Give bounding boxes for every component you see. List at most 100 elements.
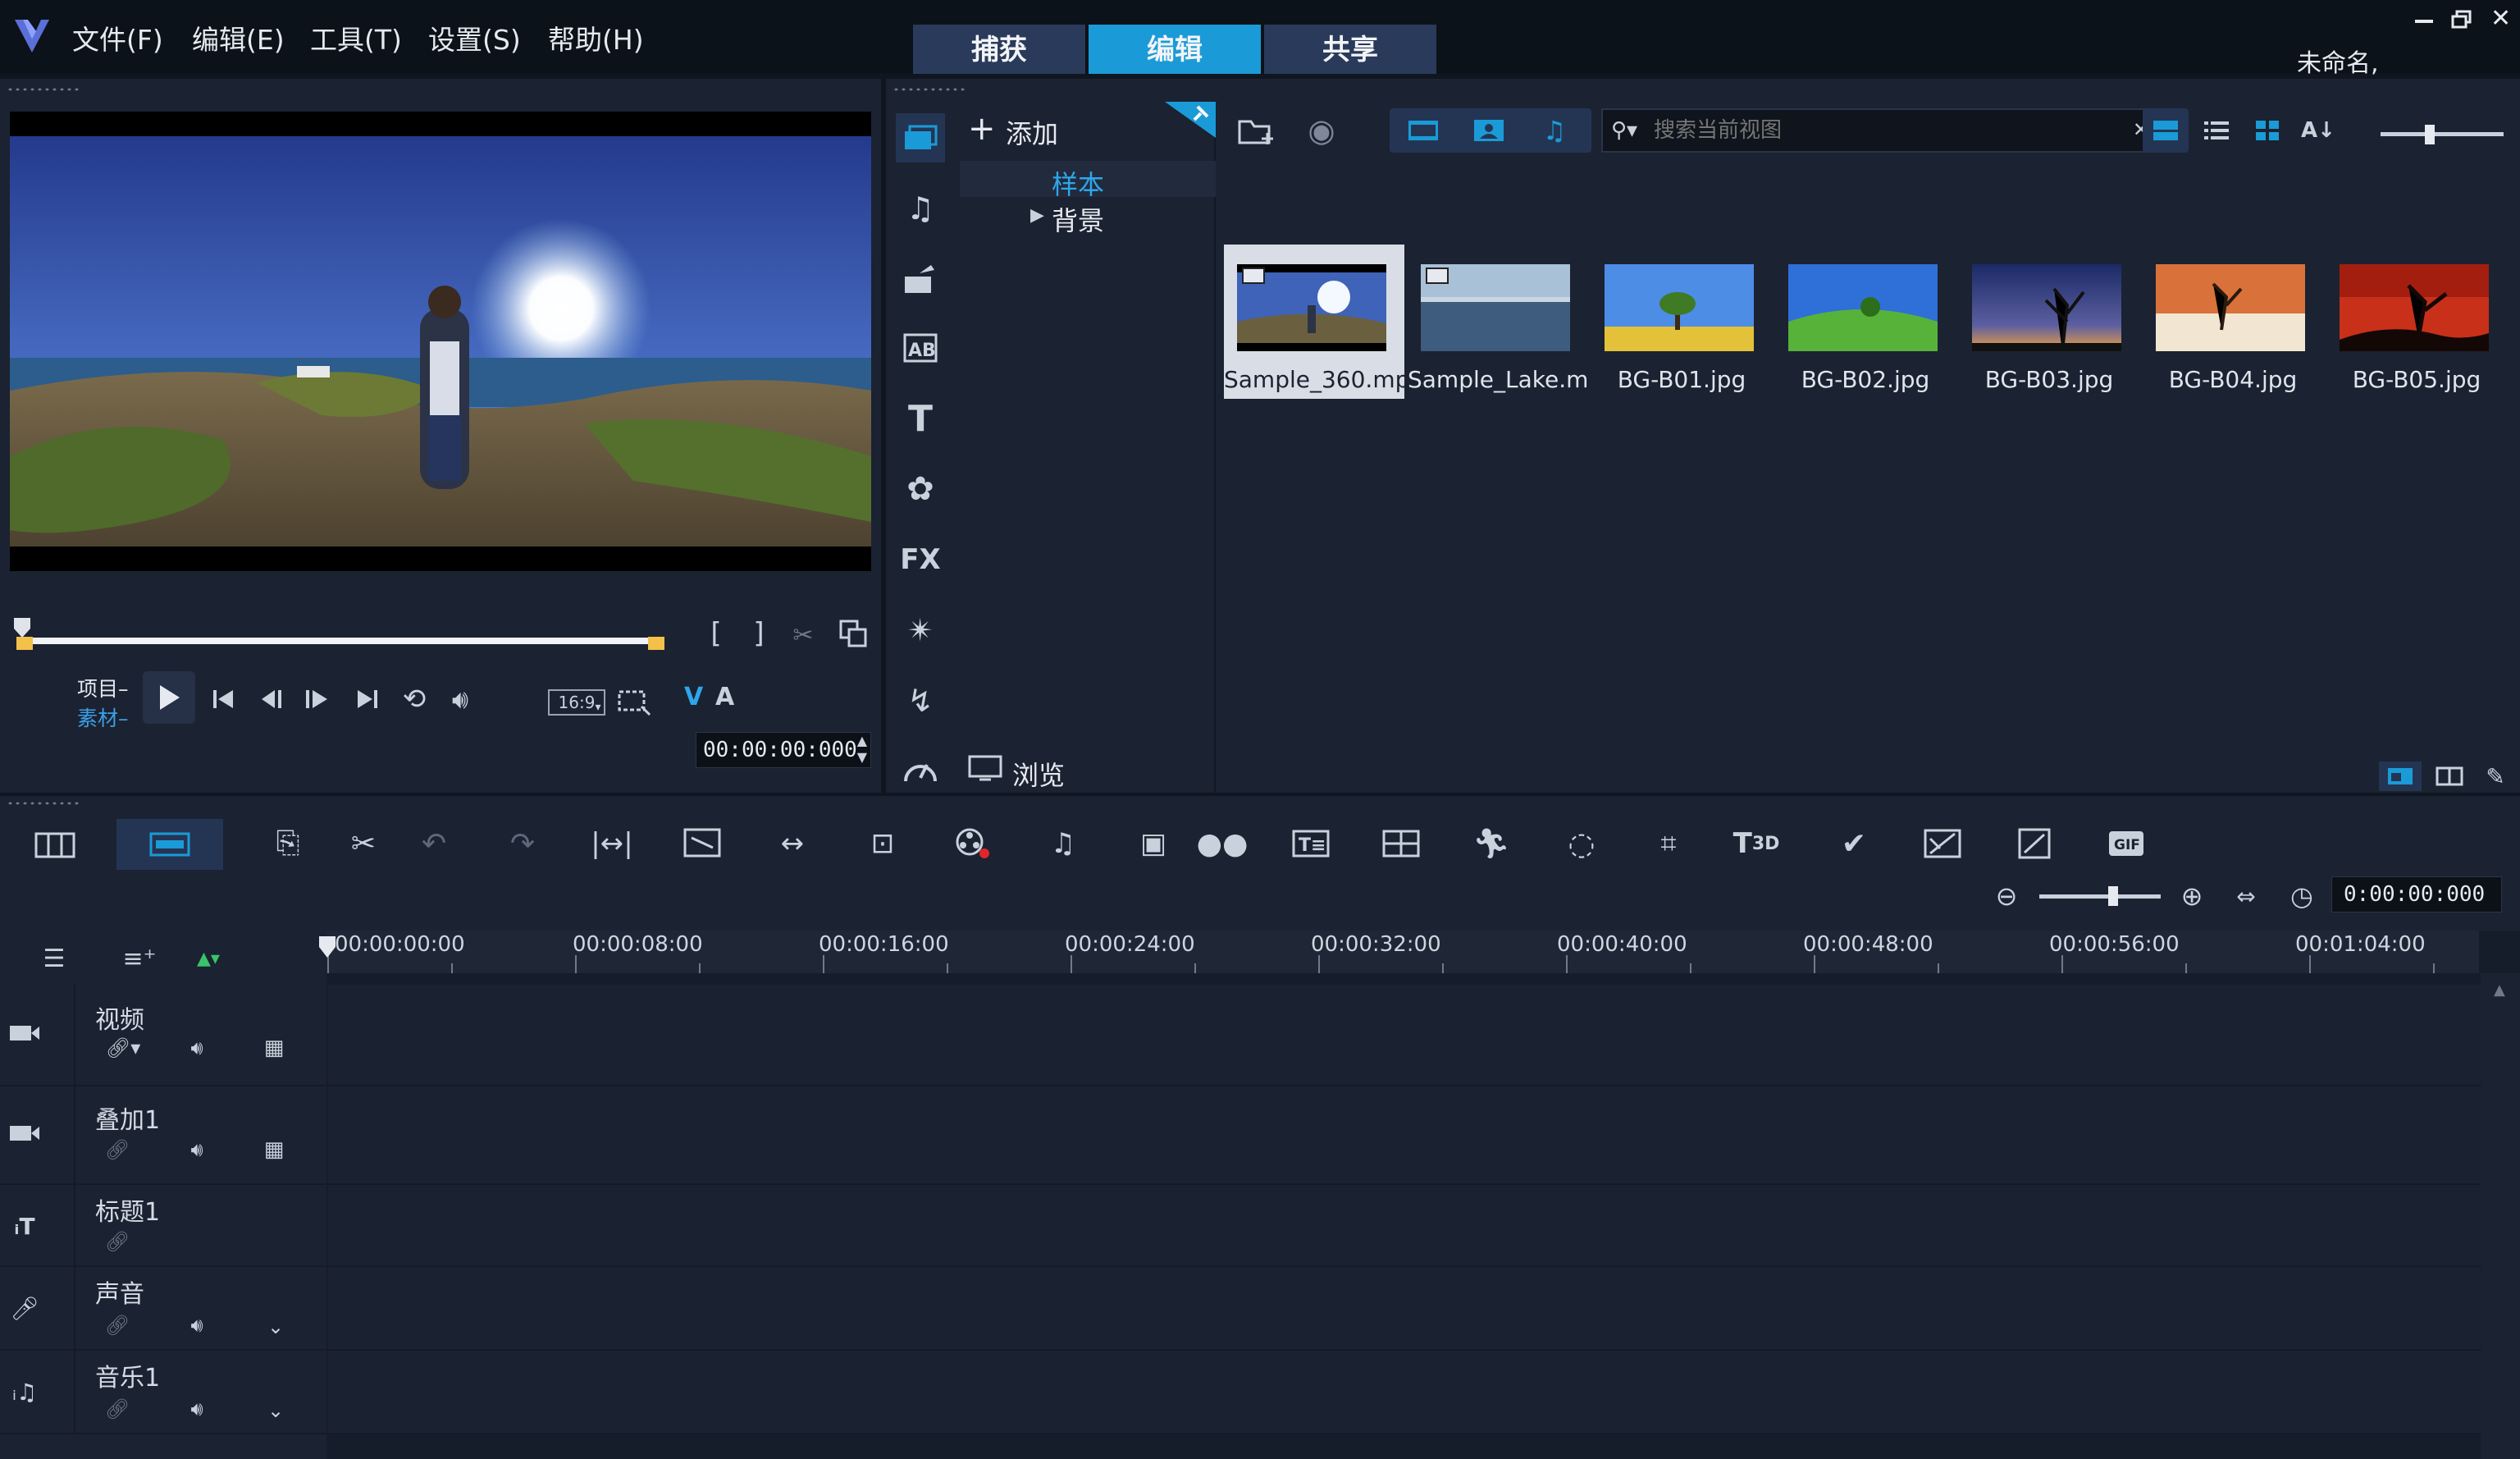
restore-icon[interactable] bbox=[2451, 10, 2472, 30]
audio-ducking-icon[interactable]: ♫ bbox=[1040, 821, 1086, 867]
panel-drag-handle[interactable] bbox=[7, 87, 80, 92]
video-effects-icon[interactable] bbox=[2011, 821, 2057, 867]
thumbnail-size-slider[interactable] bbox=[2381, 125, 2504, 144]
fit-project-icon[interactable]: ⇔ bbox=[2228, 878, 2264, 914]
menu-tools[interactable]: 工具(T) bbox=[310, 18, 402, 57]
mute-track-icon[interactable]: 🔊︎ bbox=[179, 1313, 215, 1338]
import-media-folder-icon[interactable] bbox=[1234, 108, 1278, 153]
split-screen-icon[interactable]: ↔ bbox=[769, 821, 815, 867]
browse-button[interactable]: 浏览 bbox=[968, 750, 1132, 791]
panel-drag-handle[interactable] bbox=[7, 801, 80, 806]
path-motion-icon[interactable]: ✴ bbox=[896, 606, 945, 655]
edit-layout-icon[interactable]: ✎ bbox=[2477, 762, 2513, 791]
mark-out-icon[interactable]: ] bbox=[746, 617, 771, 650]
close-icon[interactable]: ✕ bbox=[2490, 7, 2512, 31]
timeline-view-icon[interactable] bbox=[116, 819, 223, 870]
track-lane-video[interactable] bbox=[328, 985, 2481, 1086]
playhead[interactable] bbox=[318, 935, 336, 958]
menu-help[interactable]: 帮助(H) bbox=[548, 18, 644, 57]
paste-attributes-icon[interactable]: ⎘ bbox=[267, 821, 308, 867]
title-editor-icon[interactable]: T≡ bbox=[1288, 821, 1334, 867]
clock-icon[interactable]: ◷ bbox=[2284, 878, 2320, 914]
library-item[interactable]: Sample_360.mp4 bbox=[1224, 245, 1404, 399]
library-item[interactable]: BG-B01.jpg bbox=[1591, 245, 1772, 399]
chevron-down-icon[interactable]: ▾ bbox=[592, 699, 604, 716]
project-mode-label[interactable]: 项目– bbox=[77, 673, 129, 702]
tree-item-backgrounds[interactable]: ▶ 背景 bbox=[960, 199, 1216, 236]
ripple-editing-icon[interactable]: ▦ bbox=[259, 1036, 289, 1060]
play-button[interactable] bbox=[143, 671, 195, 724]
previous-frame-icon[interactable] bbox=[256, 683, 289, 716]
track-manager-icon[interactable]: ☰ bbox=[36, 942, 72, 975]
mask-creator-icon[interactable]: ●● bbox=[1197, 821, 1249, 867]
motion-path-icon[interactable]: ↯ bbox=[896, 676, 945, 725]
library-item[interactable]: Sample_Lake.m... bbox=[1408, 245, 1588, 399]
multicam-editor-icon[interactable]: ✂ bbox=[343, 821, 384, 867]
title-icon[interactable]: T bbox=[896, 394, 945, 443]
link-icon[interactable]: 🔗︎ bbox=[105, 1397, 130, 1421]
panel-drag-handle[interactable] bbox=[892, 87, 966, 92]
zoom-slider[interactable] bbox=[2039, 886, 2161, 906]
painting-creator-icon[interactable] bbox=[1920, 821, 1965, 867]
go-to-start-icon[interactable] bbox=[207, 683, 240, 716]
search-input[interactable] bbox=[1654, 117, 2113, 144]
library-item[interactable]: BG-B05.jpg bbox=[2326, 245, 2507, 399]
pan-zoom-icon[interactable] bbox=[679, 821, 725, 867]
split-layout-icon[interactable] bbox=[1378, 821, 1424, 867]
capture-from-camera-icon[interactable]: ◉ bbox=[1299, 108, 1344, 153]
library-item[interactable]: BG-B02.jpg bbox=[1775, 245, 1956, 399]
search-icon[interactable]: ⚲▾ bbox=[1611, 118, 1637, 143]
list-view-icon[interactable] bbox=[2194, 108, 2239, 153]
subtitle-editor-icon[interactable]: ▣ bbox=[1130, 821, 1176, 867]
zoom-in-icon[interactable]: ⊕ bbox=[2174, 878, 2210, 914]
sort-icon[interactable]: A↓ bbox=[2295, 108, 2341, 153]
ripple-editing-icon[interactable]: ▦ bbox=[259, 1137, 289, 1162]
enlarge-preview-icon[interactable] bbox=[838, 619, 868, 648]
tab-edit[interactable]: 编辑 bbox=[1089, 25, 1261, 74]
search-field[interactable]: ⚲▾ ✕ bbox=[1601, 108, 2159, 153]
gif-creator-icon[interactable]: GIF bbox=[2103, 821, 2149, 867]
minimize-icon[interactable] bbox=[2415, 15, 2435, 23]
menu-file[interactable]: 文件(F) bbox=[72, 18, 163, 57]
pin-panel-icon[interactable] bbox=[1165, 102, 1216, 138]
volume-icon[interactable]: 🔊︎ bbox=[443, 683, 477, 716]
mark-in-icon[interactable]: [ bbox=[704, 617, 728, 650]
next-frame-icon[interactable] bbox=[300, 683, 333, 716]
media-library-icon[interactable] bbox=[896, 113, 945, 162]
timecode-field[interactable]: 00:00:00:000 ▲ ▼ bbox=[696, 732, 871, 768]
link-icon[interactable]: 🔗︎ bbox=[105, 1137, 130, 1162]
crop-icon[interactable]: ⊡ bbox=[860, 821, 906, 867]
zoom-out-icon[interactable]: ⊖ bbox=[1988, 878, 2025, 914]
clip-mode-label[interactable]: 素材– bbox=[77, 702, 129, 732]
trim-bar[interactable] bbox=[16, 630, 664, 653]
display-mode-icon[interactable] bbox=[614, 686, 656, 719]
storyboard-view-icon[interactable] bbox=[28, 822, 82, 868]
show-videos-icon[interactable] bbox=[1395, 112, 1452, 149]
undo-icon[interactable]: ↶ bbox=[413, 821, 454, 867]
timeline-scrollbar[interactable]: ▲ bbox=[2481, 973, 2520, 1459]
audio-track-toggle[interactable]: A bbox=[715, 683, 734, 711]
link-icon[interactable]: 🔗︎ bbox=[105, 1229, 130, 1254]
title-template-icon[interactable]: AB bbox=[896, 323, 945, 373]
mute-track-icon[interactable]: 🔊︎ bbox=[179, 1137, 215, 1162]
tab-share[interactable]: 共享 bbox=[1264, 25, 1436, 74]
3d-title-icon[interactable]: T 3D bbox=[1729, 821, 1783, 867]
mute-track-icon[interactable]: 🔊︎ bbox=[179, 1397, 215, 1421]
layout-split-icon[interactable] bbox=[2428, 762, 2471, 791]
timeline-timecode[interactable]: 0:00:00:000 bbox=[2331, 876, 2502, 912]
layout-default-icon[interactable] bbox=[2379, 762, 2422, 791]
redo-icon[interactable]: ↷ bbox=[502, 821, 543, 867]
track-lane-music[interactable] bbox=[328, 1351, 2481, 1434]
scroll-up-icon[interactable]: ▲ bbox=[2494, 981, 2505, 999]
show-photos-icon[interactable] bbox=[1460, 112, 1518, 149]
expand-arrow-icon[interactable]: ▶ bbox=[1030, 205, 1044, 226]
library-item[interactable]: BG-B04.jpg bbox=[2143, 245, 2323, 399]
mask-icon[interactable]: ✔ bbox=[1831, 821, 1877, 867]
motion-tracking-icon[interactable]: ◌ bbox=[1559, 821, 1605, 867]
chapter-marker-icon[interactable]: ▲▾ bbox=[190, 942, 226, 975]
expand-track-icon[interactable]: ⌄ bbox=[261, 1315, 290, 1339]
add-track-icon[interactable]: ≡⁺ bbox=[121, 942, 158, 975]
track-lane-title[interactable] bbox=[328, 1185, 2481, 1267]
link-icon[interactable]: 🔗︎ bbox=[105, 1313, 130, 1338]
library-item[interactable]: BG-B03.jpg bbox=[1959, 245, 2139, 399]
